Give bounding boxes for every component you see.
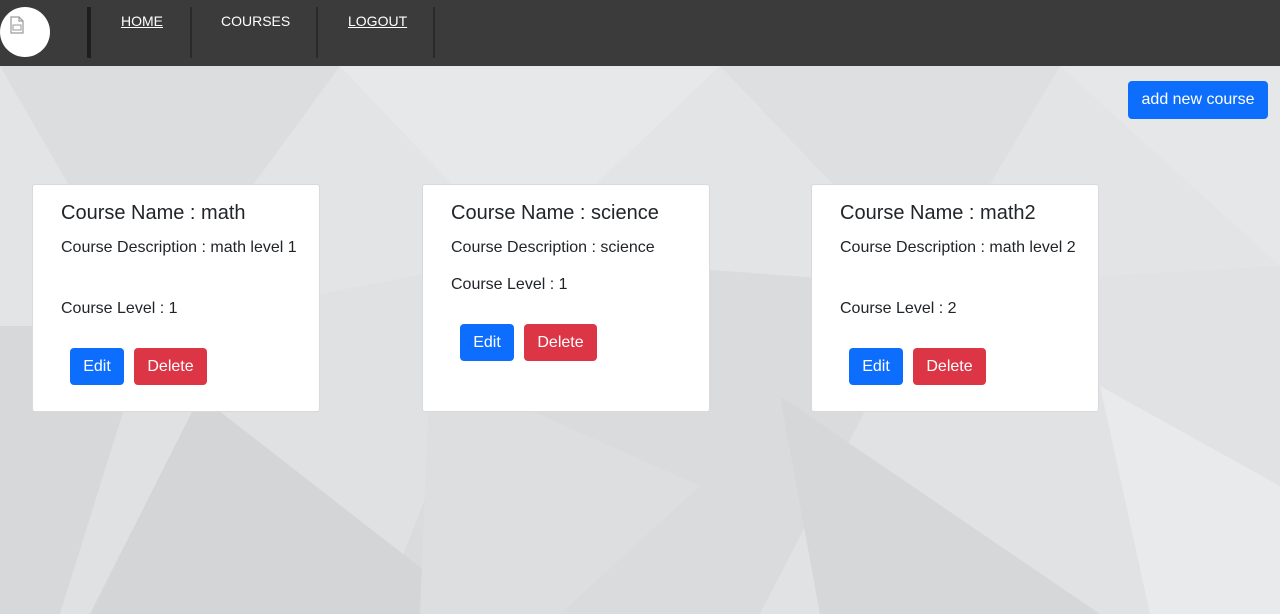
course-card: Course Name : math2 Course Description :… (811, 184, 1099, 412)
course-name: Course Name : math (61, 202, 246, 224)
course-description: Course Description : math level 1 (61, 239, 297, 256)
delete-course-button[interactable]: Delete (134, 348, 207, 385)
logo[interactable] (0, 7, 50, 57)
edit-course-button[interactable]: Edit (70, 348, 124, 385)
nav-divider (316, 7, 318, 58)
course-card: Course Name : math Course Description : … (32, 184, 320, 412)
course-name: Course Name : math2 (840, 202, 1036, 224)
delete-course-button[interactable]: Delete (524, 324, 597, 361)
course-level: Course Level : 2 (840, 300, 957, 317)
nav-divider (433, 7, 435, 58)
course-name: Course Name : science (451, 202, 659, 224)
course-card: Course Name : science Course Description… (422, 184, 710, 412)
nav-logout-link[interactable]: LOGOUT (348, 13, 407, 29)
nav-divider (190, 7, 192, 58)
add-new-course-button[interactable]: add new course (1128, 81, 1268, 119)
top-navbar: HOME COURSES LOGOUT (0, 0, 1280, 66)
delete-course-button[interactable]: Delete (913, 348, 986, 385)
nav-home-link[interactable]: HOME (121, 13, 163, 29)
course-level: Course Level : 1 (61, 300, 178, 317)
nav-courses-link[interactable]: COURSES (221, 13, 290, 29)
course-description: Course Description : science (451, 239, 655, 256)
document-icon (10, 16, 24, 34)
edit-course-button[interactable]: Edit (460, 324, 514, 361)
course-description: Course Description : math level 2 (840, 239, 1076, 256)
nav-divider (87, 7, 91, 58)
edit-course-button[interactable]: Edit (849, 348, 903, 385)
course-level: Course Level : 1 (451, 276, 568, 293)
